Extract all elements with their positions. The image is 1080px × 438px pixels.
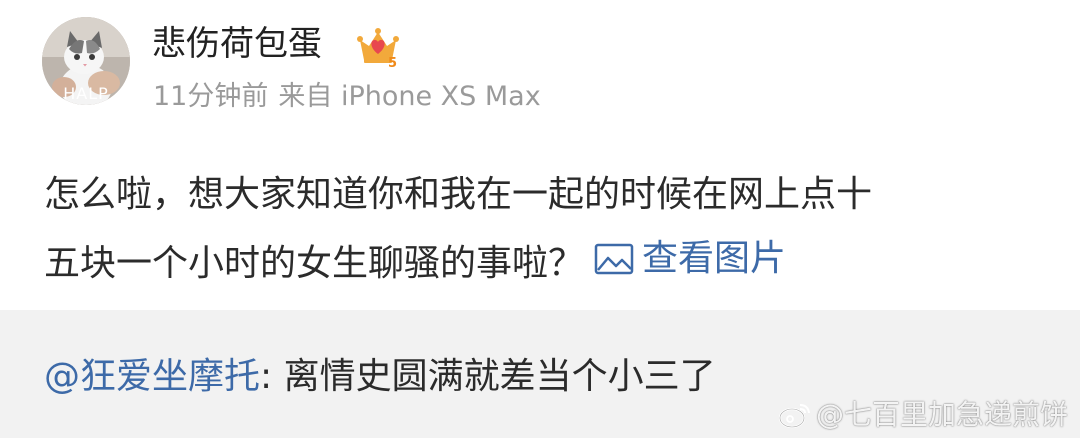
avatar[interactable]: HALP — [42, 17, 130, 105]
post-meta: 11分钟前 来自 iPhone XS Max — [153, 79, 541, 115]
post-source: 来自 iPhone XS Max — [278, 81, 541, 112]
comment-separator: : — [260, 356, 284, 397]
post-time: 11分钟前 — [153, 81, 269, 112]
post-text-line-2-text: 五块一个小时的女生聊骚的事啦？ — [44, 243, 585, 284]
vip-level: 5 — [388, 56, 397, 68]
view-picture-link[interactable]: 查看图片 — [594, 227, 786, 291]
comment-item[interactable]: @狂爱坐摩托: 离情史圆满就差当个小三了 — [44, 352, 716, 402]
post-text-line-1: 怎么啦，想大家知道你和我在一起的时候在网上点十 — [44, 174, 873, 215]
weibo-post: HALP 悲伤荷包蛋 5 11分钟前 来自 iPhone XS Max 怎么啦，想… — [0, 0, 1080, 310]
avatar-text: HALP — [63, 84, 109, 103]
watermark: @七百里加急递煎饼 — [778, 398, 1068, 432]
weibo-logo-icon — [778, 404, 810, 429]
post-content: 怎么啦，想大家知道你和我在一起的时候在网上点十 五块一个小时的女生聊骚的事啦？ … — [44, 163, 1044, 296]
picture-icon — [594, 243, 634, 275]
view-picture-label: 查看图片 — [642, 238, 787, 279]
comment-text: 离情史圆满就差当个小三了 — [283, 356, 716, 397]
comment-username[interactable]: @狂爱坐摩托 — [44, 356, 260, 397]
author-name[interactable]: 悲伤荷包蛋 — [152, 22, 322, 66]
post-text-line-2: 五块一个小时的女生聊骚的事啦？ 查看图片 — [44, 227, 1044, 296]
vip-crown-icon[interactable]: 5 — [356, 26, 400, 68]
watermark-text: @七百里加急递煎饼 — [815, 398, 1068, 431]
